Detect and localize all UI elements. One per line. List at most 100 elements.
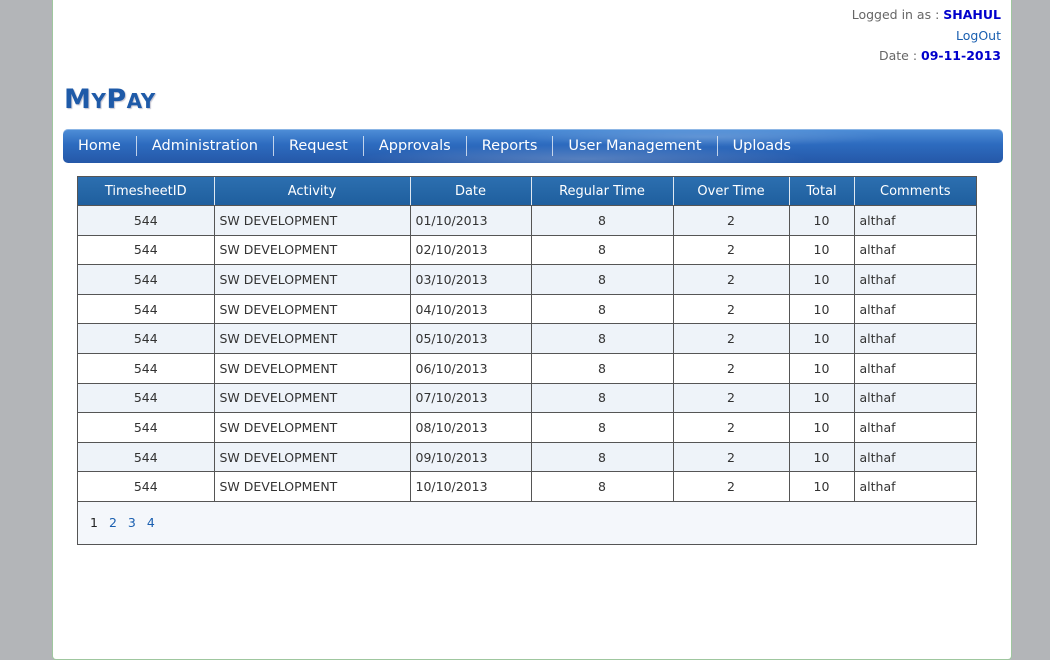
nav-item-reports[interactable]: Reports	[465, 136, 553, 156]
total-cell: 10	[789, 383, 855, 414]
table-header-row: TimesheetID Activity Date Regular Time Over …	[78, 177, 976, 206]
table-row: 544 SW DEVELOPMENT 01/10/2013 8 2 10 althaf	[78, 205, 976, 236]
column-header-activity[interactable]: Activity	[214, 177, 411, 206]
nav-item-approvals[interactable]: Approvals	[362, 136, 466, 156]
table-row: 544 SW DEVELOPMENT 03/10/2013 8 2 10 althaf	[78, 264, 976, 295]
table-row: 544 SW DEVELOPMENT 06/10/2013 8 2 10 althaf	[78, 353, 976, 384]
comments-cell: althaf	[854, 471, 976, 502]
timesheet-id-cell: 544	[78, 353, 215, 384]
regular-time-cell: 8	[531, 235, 674, 266]
table-row: 544 SW DEVELOPMENT 07/10/2013 8 2 10 althaf	[78, 383, 976, 414]
timesheet-id-cell: 544	[78, 442, 215, 473]
nav-item-request[interactable]: Request	[272, 136, 363, 156]
date-cell: 06/10/2013	[410, 353, 532, 384]
activity-cell: SW DEVELOPMENT	[214, 323, 411, 354]
total-cell: 10	[789, 353, 855, 384]
date-cell: 03/10/2013	[410, 264, 532, 295]
total-cell: 10	[789, 235, 855, 266]
over-time-cell: 2	[673, 353, 790, 384]
total-cell: 10	[789, 412, 855, 443]
date-cell: 07/10/2013	[410, 383, 532, 414]
over-time-cell: 2	[673, 412, 790, 443]
page-container: Logged in as : SHAHUL LogOut Date : 09-1…	[52, 0, 1012, 660]
timesheet-id-cell: 544	[78, 323, 215, 354]
page-link-2[interactable]: 2	[109, 515, 117, 530]
over-time-cell: 2	[673, 471, 790, 502]
activity-cell: SW DEVELOPMENT	[214, 205, 411, 236]
total-cell: 10	[789, 471, 855, 502]
over-time-cell: 2	[673, 235, 790, 266]
date-cell: 10/10/2013	[410, 471, 532, 502]
activity-cell: SW DEVELOPMENT	[214, 383, 411, 414]
logo-letter-m: M	[64, 84, 92, 115]
date-cell: 09/10/2013	[410, 442, 532, 473]
column-header-regular-time[interactable]: Regular Time	[531, 177, 674, 206]
table-row: 544 SW DEVELOPMENT 10/10/2013 8 2 10 althaf	[78, 471, 976, 502]
over-time-cell: 2	[673, 323, 790, 354]
app-logo: MYPAY	[64, 84, 156, 115]
logged-in-label: Logged in as :	[851, 7, 940, 22]
page-link-1: 1	[90, 515, 98, 531]
date-cell: 04/10/2013	[410, 294, 532, 325]
table-row: 544 SW DEVELOPMENT 02/10/2013 8 2 10 althaf	[78, 235, 976, 266]
date-cell: 08/10/2013	[410, 412, 532, 443]
nav-item-uploads[interactable]: Uploads	[716, 136, 806, 156]
regular-time-cell: 8	[531, 294, 674, 325]
comments-cell: althaf	[854, 353, 976, 384]
logout-link[interactable]: LogOut	[956, 28, 1001, 43]
activity-cell: SW DEVELOPMENT	[214, 353, 411, 384]
activity-cell: SW DEVELOPMENT	[214, 294, 411, 325]
activity-cell: SW DEVELOPMENT	[214, 471, 411, 502]
main-navbar: Home Administration Request Approvals Report…	[63, 129, 1003, 163]
column-header-over-time[interactable]: Over Time	[673, 177, 790, 206]
table-row: 544 SW DEVELOPMENT 04/10/2013 8 2 10 althaf	[78, 294, 976, 325]
regular-time-cell: 8	[531, 264, 674, 295]
logo-letter-p: P	[106, 84, 127, 115]
timesheet-table: TimesheetID Activity Date Regular Time Over …	[78, 177, 976, 502]
date-label: Date :	[878, 48, 918, 63]
timesheet-id-cell: 544	[78, 294, 215, 325]
column-header-timesheetid[interactable]: TimesheetID	[78, 177, 215, 206]
timesheet-id-cell: 544	[78, 235, 215, 266]
user-info: Logged in as : SHAHUL LogOut Date : 09-1…	[852, 5, 1001, 67]
timesheet-id-cell: 544	[78, 412, 215, 443]
timesheet-grid: TimesheetID Activity Date Regular Time Over …	[77, 176, 977, 545]
timesheet-id-cell: 544	[78, 383, 215, 414]
page-link-4[interactable]: 4	[147, 515, 155, 530]
date-value: 09-11-2013	[921, 48, 1001, 63]
table-row: 544 SW DEVELOPMENT 08/10/2013 8 2 10 althaf	[78, 412, 976, 443]
table-row: 544 SW DEVELOPMENT 05/10/2013 8 2 10 althaf	[78, 323, 976, 354]
over-time-cell: 2	[673, 294, 790, 325]
total-cell: 10	[789, 442, 855, 473]
pager: 1234	[78, 502, 976, 544]
regular-time-cell: 8	[531, 383, 674, 414]
page-link-3[interactable]: 3	[128, 515, 136, 530]
total-cell: 10	[789, 205, 855, 236]
activity-cell: SW DEVELOPMENT	[214, 442, 411, 473]
activity-cell: SW DEVELOPMENT	[214, 264, 411, 295]
column-header-comments[interactable]: Comments	[854, 177, 976, 206]
date-cell: 01/10/2013	[410, 205, 532, 236]
regular-time-cell: 8	[531, 442, 674, 473]
comments-cell: althaf	[854, 294, 976, 325]
column-header-total[interactable]: Total	[789, 177, 855, 206]
timesheet-id-cell: 544	[78, 264, 215, 295]
username: SHAHUL	[943, 7, 1001, 22]
nav-item-administration[interactable]: Administration	[135, 136, 273, 156]
comments-cell: althaf	[854, 412, 976, 443]
timesheet-id-cell: 544	[78, 205, 215, 236]
total-cell: 10	[789, 294, 855, 325]
table-row: 544 SW DEVELOPMENT 09/10/2013 8 2 10 althaf	[78, 442, 976, 473]
logo-letters-ay: AY	[126, 89, 156, 113]
nav-item-home[interactable]: Home	[63, 136, 136, 156]
nav-item-user-management[interactable]: User Management	[552, 136, 716, 156]
regular-time-cell: 8	[531, 412, 674, 443]
over-time-cell: 2	[673, 205, 790, 236]
column-header-date[interactable]: Date	[410, 177, 532, 206]
activity-cell: SW DEVELOPMENT	[214, 235, 411, 266]
date-line: Date : 09-11-2013	[852, 46, 1001, 67]
over-time-cell: 2	[673, 383, 790, 414]
over-time-cell: 2	[673, 442, 790, 473]
comments-cell: althaf	[854, 264, 976, 295]
date-cell: 05/10/2013	[410, 323, 532, 354]
